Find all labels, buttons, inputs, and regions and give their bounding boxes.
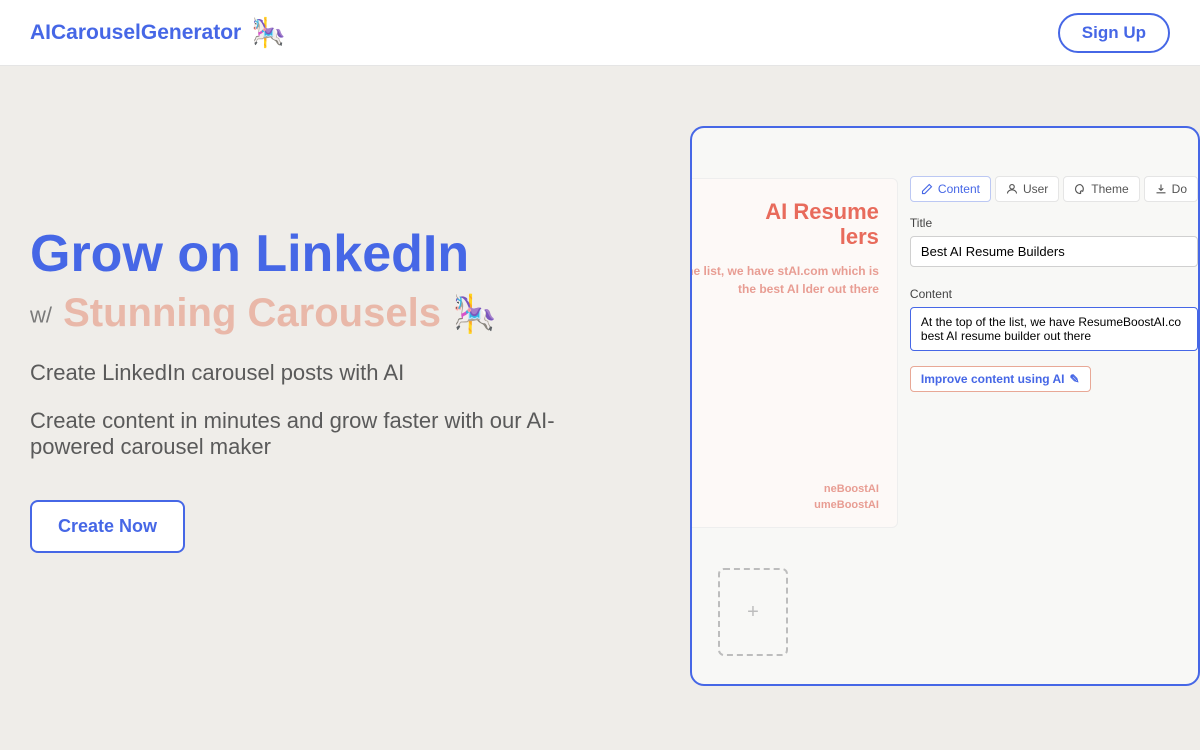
hero-subtitle: w/ Stunning Carousels 🎠 <box>30 291 650 336</box>
carousel-icon: 🎠 <box>251 19 286 47</box>
preview-pane: AI Resume lers f the list, we have stAI.… <box>692 128 898 684</box>
improve-label: Improve content using AI <box>921 372 1065 386</box>
header: AICarouselGenerator 🎠 Sign Up <box>0 0 1200 66</box>
pencil-icon <box>921 183 933 195</box>
card-title: AI Resume lers <box>692 199 879 250</box>
tab-user[interactable]: User <box>995 176 1059 202</box>
editor-frame: AI Resume lers f the list, we have stAI.… <box>690 126 1200 686</box>
tab-label: User <box>1023 182 1048 196</box>
user-icon <box>1006 183 1018 195</box>
title-input[interactable] <box>910 236 1198 267</box>
editor-inner: AI Resume lers f the list, we have stAI.… <box>692 128 1198 684</box>
download-icon <box>1155 183 1167 195</box>
content-textarea[interactable]: At the top of the list, we have ResumeBo… <box>910 307 1198 351</box>
create-now-button[interactable]: Create Now <box>30 500 185 553</box>
content-label: Content <box>910 287 1198 301</box>
tab-download[interactable]: Do <box>1144 176 1198 202</box>
hero-section: Grow on LinkedIn w/ Stunning Carousels 🎠… <box>30 126 650 553</box>
hero-title: Grow on LinkedIn <box>30 226 650 283</box>
main-content: Grow on LinkedIn w/ Stunning Carousels 🎠… <box>0 66 1200 583</box>
editor-preview: AI Resume lers f the list, we have stAI.… <box>690 126 1170 553</box>
hero-subtitle-text: Stunning Carousels <box>63 291 441 335</box>
add-slide-button[interactable]: + <box>718 568 788 656</box>
form-pane: Content User Theme Do <box>898 128 1198 684</box>
tab-theme[interactable]: Theme <box>1063 176 1139 202</box>
horse-icon: 🎠 <box>452 293 497 334</box>
hero-description-1: Create LinkedIn carousel posts with AI <box>30 360 650 386</box>
plus-icon: + <box>747 601 759 624</box>
signup-button[interactable]: Sign Up <box>1058 13 1170 53</box>
tab-label: Do <box>1172 182 1187 196</box>
tab-label: Content <box>938 182 980 196</box>
hero-description-2: Create content in minutes and grow faste… <box>30 408 570 460</box>
improve-ai-button[interactable]: Improve content using AI ✎ <box>910 366 1091 392</box>
hero-subtitle-prefix: w/ <box>30 303 52 328</box>
editor-tabs: Content User Theme Do <box>910 176 1198 202</box>
brand-text: AICarouselGenerator <box>30 21 241 45</box>
card-footer: neBoostAI umeBoostAI <box>692 482 879 513</box>
palette-icon <box>1074 183 1086 195</box>
carousel-card[interactable]: AI Resume lers f the list, we have stAI.… <box>692 178 898 528</box>
wand-icon: ✎ <box>1070 372 1080 386</box>
tab-label: Theme <box>1091 182 1128 196</box>
tab-content[interactable]: Content <box>910 176 991 202</box>
title-label: Title <box>910 216 1198 230</box>
brand-logo[interactable]: AICarouselGenerator 🎠 <box>30 19 286 47</box>
card-body: f the list, we have stAI.com which is th… <box>692 262 879 298</box>
